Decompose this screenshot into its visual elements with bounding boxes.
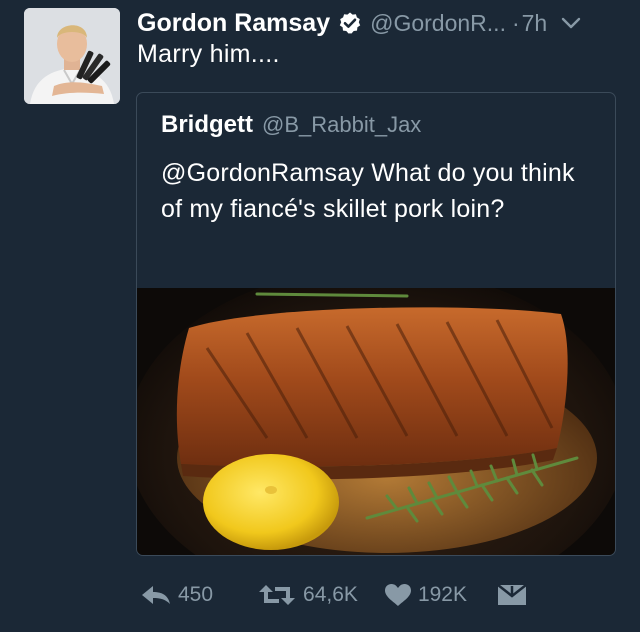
retweet-count: 64,6K bbox=[303, 583, 358, 606]
author-display-name[interactable]: Gordon Ramsay bbox=[137, 9, 330, 38]
quoted-handle[interactable]: @B_Rabbit_Jax bbox=[262, 112, 421, 138]
tweet-text: Marry him.... bbox=[137, 40, 280, 68]
heart-icon bbox=[384, 584, 411, 606]
tweet-actions: 450 64,6K 192K bbox=[140, 578, 527, 612]
retweet-button[interactable]: 64,6K bbox=[257, 583, 358, 607]
envelope-icon bbox=[497, 584, 527, 605]
like-count: 192K bbox=[417, 583, 467, 606]
chevron-down-icon[interactable] bbox=[561, 16, 581, 30]
reply-button[interactable]: 450 bbox=[140, 583, 213, 607]
quoted-display-name[interactable]: Bridgett bbox=[161, 111, 253, 139]
quoted-tweet[interactable]: Bridgett @B_Rabbit_Jax @GordonRamsay Wha… bbox=[136, 92, 616, 556]
quoted-tweet-text: @GordonRamsay What do you think of my fi… bbox=[161, 159, 575, 223]
author-avatar[interactable] bbox=[24, 8, 120, 104]
quoted-tweet-header: Bridgett @B_Rabbit_Jax bbox=[161, 111, 421, 139]
verified-badge-icon bbox=[339, 12, 361, 34]
author-handle[interactable]: @GordonR... bbox=[370, 10, 506, 37]
separator-dot: · bbox=[511, 9, 520, 36]
direct-message-button[interactable] bbox=[497, 583, 527, 607]
reply-icon bbox=[142, 586, 170, 604]
reply-count: 450 bbox=[178, 583, 214, 606]
tweet-header: Gordon Ramsay @GordonR... · 7h bbox=[137, 6, 627, 40]
tweet-timestamp[interactable]: 7h bbox=[522, 10, 548, 37]
retweet-icon bbox=[259, 585, 296, 605]
like-button[interactable]: 192K bbox=[384, 583, 467, 607]
tweet: Gordon Ramsay @GordonR... · 7h Marry him… bbox=[0, 0, 640, 632]
quoted-media-image[interactable] bbox=[137, 288, 615, 555]
